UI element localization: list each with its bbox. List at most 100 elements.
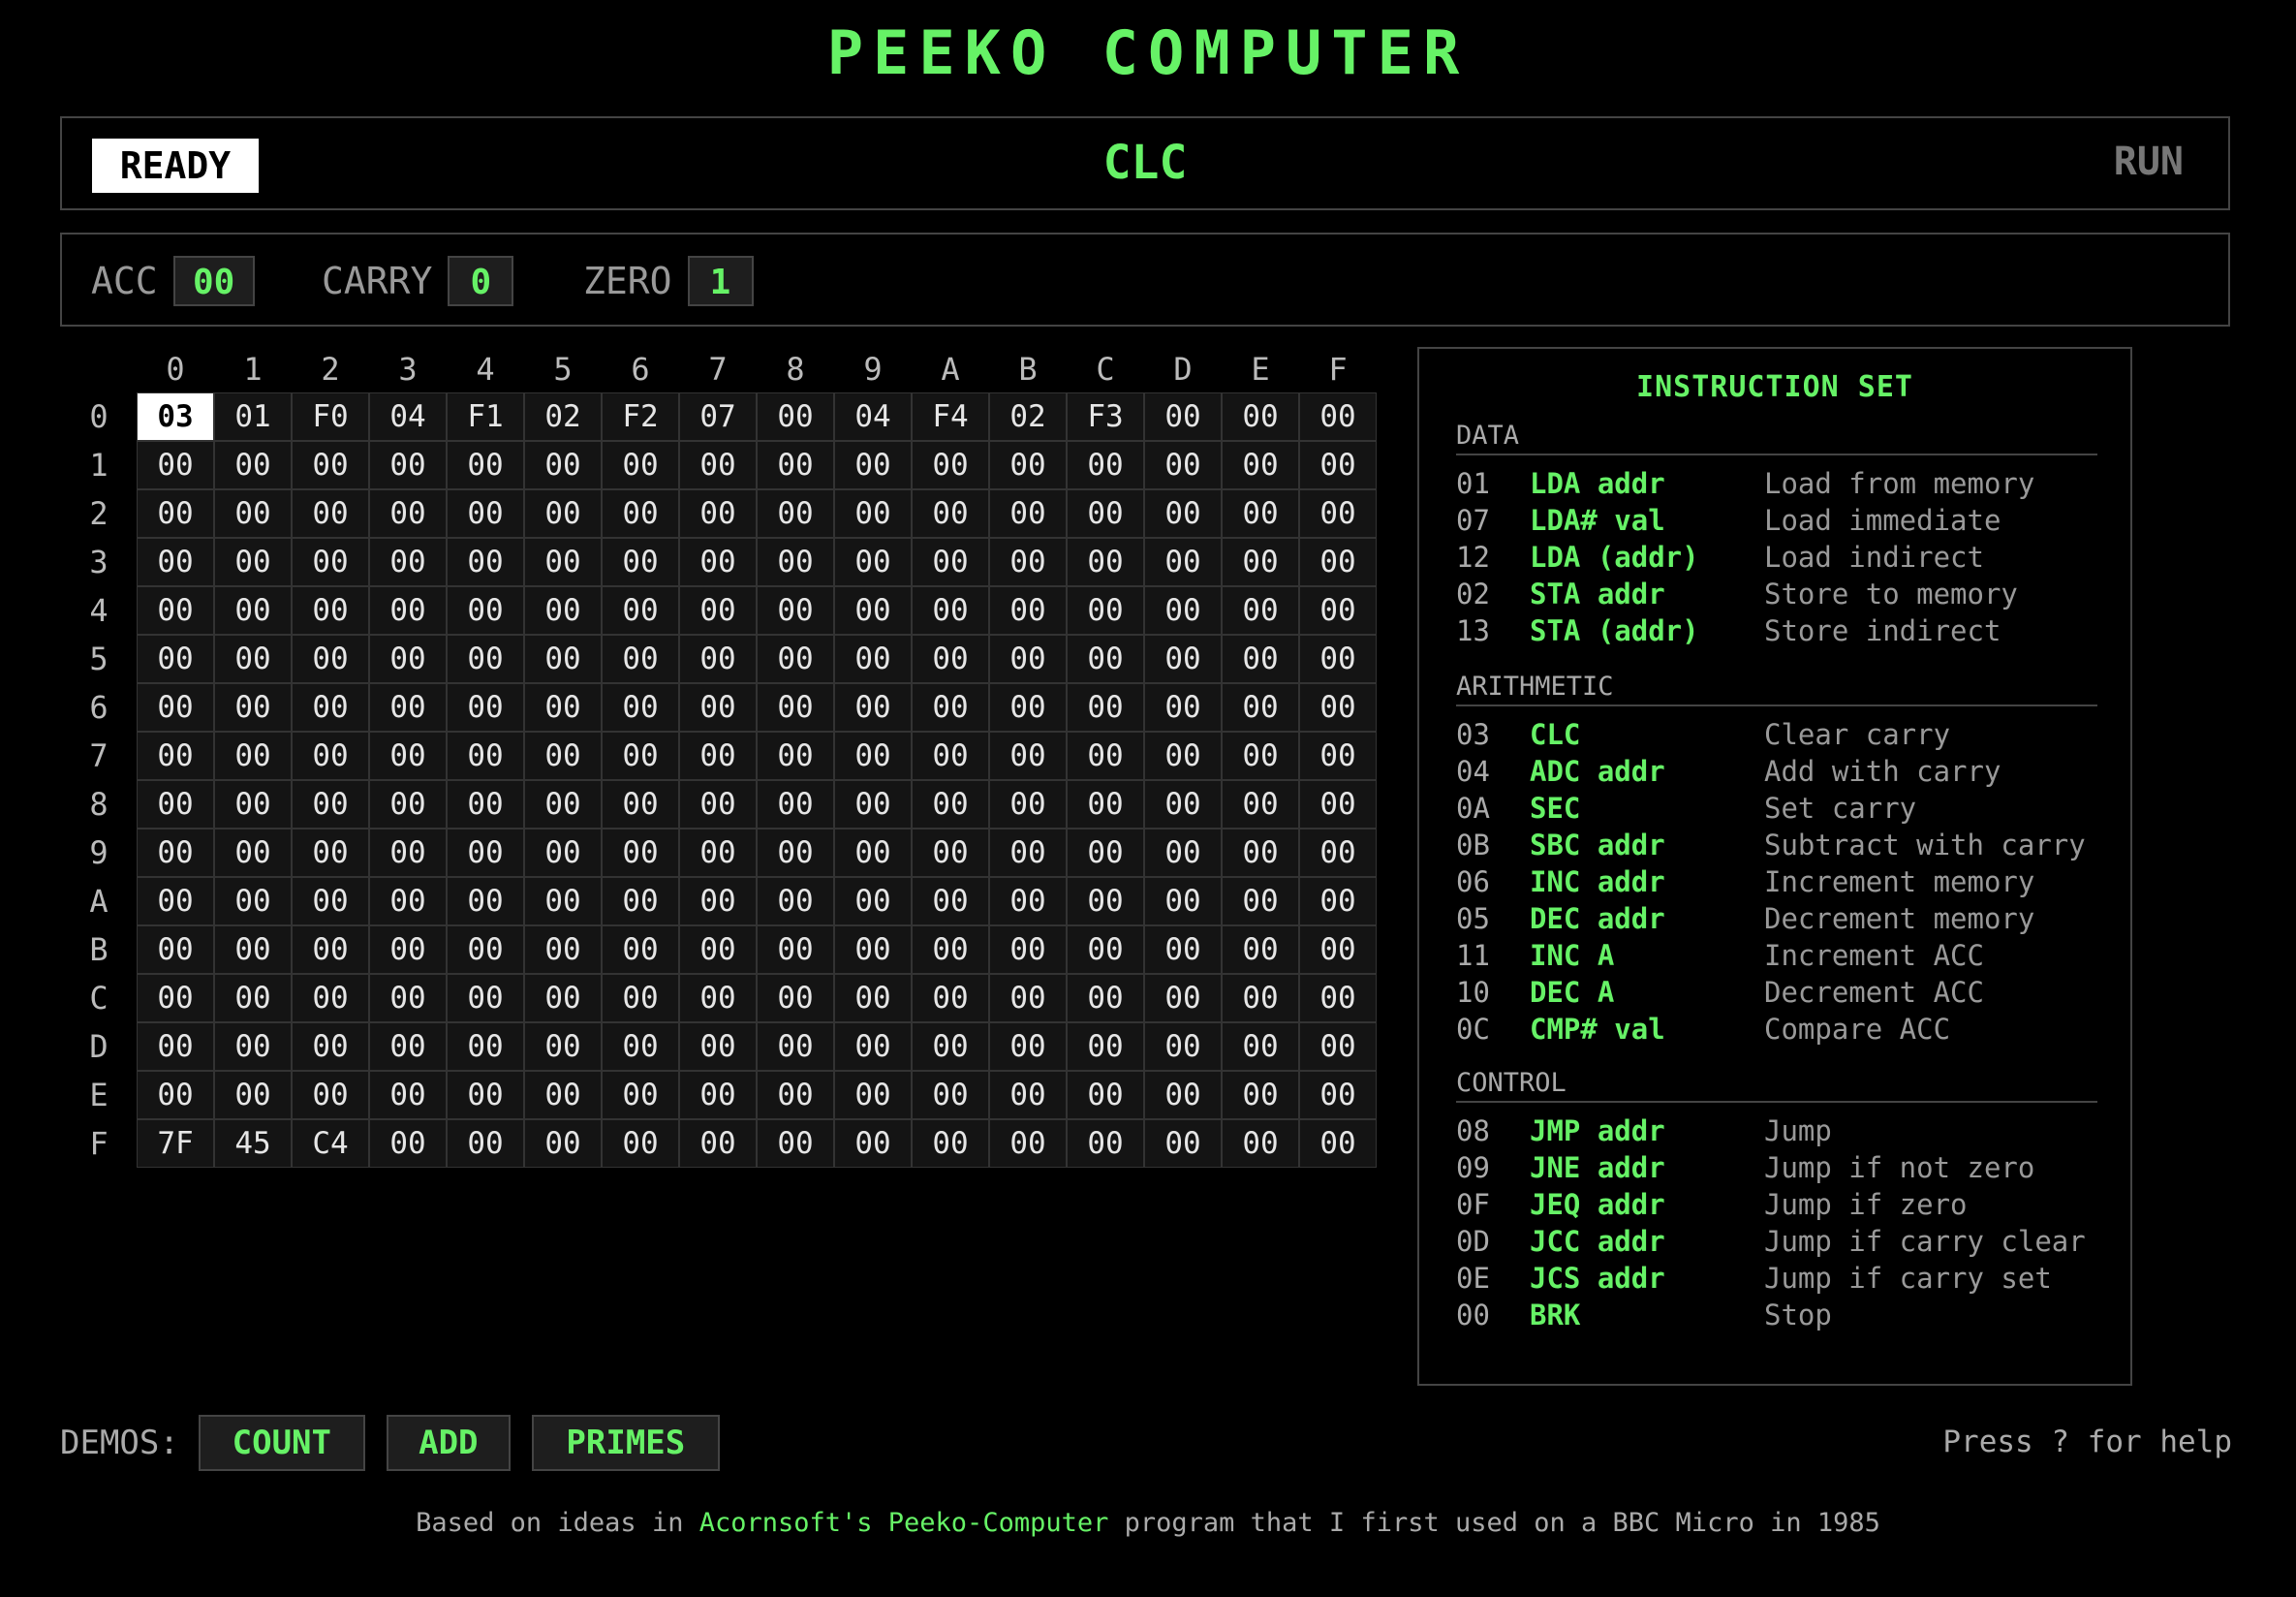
memory-cell[interactable]: 00 [214, 635, 292, 683]
memory-cell[interactable]: 00 [1299, 683, 1377, 732]
memory-cell[interactable]: 00 [524, 489, 602, 538]
memory-cell[interactable]: 00 [214, 974, 292, 1022]
memory-cell[interactable]: 00 [1222, 489, 1299, 538]
memory-cell[interactable]: 00 [214, 538, 292, 586]
memory-cell[interactable]: 00 [1067, 732, 1144, 780]
memory-cell[interactable]: 00 [1067, 829, 1144, 877]
memory-cell[interactable]: 00 [214, 489, 292, 538]
memory-cell[interactable]: 00 [757, 974, 834, 1022]
memory-cell[interactable]: 00 [369, 586, 447, 635]
memory-cell[interactable]: 00 [137, 829, 214, 877]
memory-cell[interactable]: 00 [1222, 538, 1299, 586]
memory-cell[interactable]: 00 [524, 635, 602, 683]
memory-cell[interactable]: 00 [214, 732, 292, 780]
memory-cell[interactable]: 00 [1144, 1022, 1222, 1071]
memory-cell[interactable]: 00 [447, 538, 524, 586]
memory-cell[interactable]: 00 [292, 974, 369, 1022]
memory-cell[interactable]: 00 [137, 441, 214, 489]
memory-cell[interactable]: 00 [989, 441, 1067, 489]
memory-cell[interactable]: 00 [679, 925, 757, 974]
memory-cell[interactable]: 00 [447, 974, 524, 1022]
memory-cell[interactable]: 00 [137, 925, 214, 974]
memory-cell[interactable]: 00 [602, 1022, 679, 1071]
memory-cell[interactable]: 00 [447, 1119, 524, 1168]
memory-cell[interactable]: 00 [912, 441, 989, 489]
memory-cell[interactable]: 00 [1222, 392, 1299, 441]
memory-cell[interactable]: 00 [1222, 877, 1299, 925]
memory-cell[interactable]: 00 [834, 489, 912, 538]
memory-cell[interactable]: 00 [602, 586, 679, 635]
memory-cell[interactable]: 00 [524, 1071, 602, 1119]
memory-cell[interactable]: 00 [369, 877, 447, 925]
memory-cell[interactable]: 00 [989, 683, 1067, 732]
memory-cell[interactable]: 00 [834, 635, 912, 683]
memory-cell[interactable]: 00 [1222, 441, 1299, 489]
memory-cell[interactable]: 00 [989, 489, 1067, 538]
memory-cell[interactable]: 00 [912, 974, 989, 1022]
memory-cell[interactable]: 00 [834, 1071, 912, 1119]
memory-cell[interactable]: 00 [214, 1022, 292, 1071]
memory-cell[interactable]: 00 [292, 1071, 369, 1119]
memory-cell[interactable]: 00 [602, 635, 679, 683]
memory-cell[interactable]: 00 [834, 1119, 912, 1168]
memory-cell[interactable]: 00 [834, 538, 912, 586]
memory-cell[interactable]: 00 [447, 829, 524, 877]
memory-cell[interactable]: 00 [1067, 1022, 1144, 1071]
memory-cell[interactable]: 00 [292, 829, 369, 877]
run-button[interactable]: RUN [2114, 140, 2184, 184]
memory-cell[interactable]: 00 [1144, 1119, 1222, 1168]
memory-cell[interactable]: 00 [912, 586, 989, 635]
memory-cell[interactable]: 00 [524, 538, 602, 586]
memory-cell[interactable]: 00 [1067, 683, 1144, 732]
memory-cell[interactable]: 00 [369, 489, 447, 538]
memory-cell[interactable]: 00 [292, 925, 369, 974]
memory-cell[interactable]: 00 [369, 829, 447, 877]
memory-cell[interactable]: 00 [1144, 1071, 1222, 1119]
memory-cell[interactable]: 00 [1222, 635, 1299, 683]
memory-cell[interactable]: 00 [834, 441, 912, 489]
memory-cell[interactable]: 00 [679, 877, 757, 925]
memory-cell[interactable]: 00 [1067, 489, 1144, 538]
memory-cell[interactable]: 00 [1299, 538, 1377, 586]
demo-add-button[interactable]: ADD [386, 1415, 511, 1471]
memory-cell[interactable]: 00 [1144, 538, 1222, 586]
memory-cell[interactable]: 00 [1222, 829, 1299, 877]
memory-cell[interactable]: 00 [602, 877, 679, 925]
memory-cell[interactable]: 00 [1222, 974, 1299, 1022]
memory-cell[interactable]: 00 [292, 635, 369, 683]
memory-cell[interactable]: 00 [447, 780, 524, 829]
memory-cell[interactable]: 00 [1299, 974, 1377, 1022]
memory-cell[interactable]: 03 [137, 392, 214, 441]
memory-cell[interactable]: 00 [757, 392, 834, 441]
memory-cell[interactable]: 00 [524, 441, 602, 489]
memory-cell[interactable]: 00 [447, 1071, 524, 1119]
memory-cell[interactable]: F1 [447, 392, 524, 441]
memory-cell[interactable]: 00 [1299, 732, 1377, 780]
memory-cell[interactable]: 00 [1222, 1071, 1299, 1119]
memory-cell[interactable]: 00 [292, 441, 369, 489]
memory-cell[interactable]: 00 [1222, 1022, 1299, 1071]
memory-cell[interactable]: 00 [602, 489, 679, 538]
memory-cell[interactable]: 00 [1299, 829, 1377, 877]
memory-cell[interactable]: 00 [214, 925, 292, 974]
memory-cell[interactable]: 00 [369, 635, 447, 683]
memory-cell[interactable]: 00 [757, 1071, 834, 1119]
memory-cell[interactable]: 00 [1299, 441, 1377, 489]
memory-cell[interactable]: 00 [602, 441, 679, 489]
memory-cell[interactable]: 00 [1222, 1119, 1299, 1168]
memory-cell[interactable]: 04 [369, 392, 447, 441]
memory-cell[interactable]: 00 [679, 732, 757, 780]
memory-cell[interactable]: 00 [912, 635, 989, 683]
memory-cell[interactable]: 00 [447, 732, 524, 780]
memory-cell[interactable]: 00 [1067, 925, 1144, 974]
memory-cell[interactable]: 00 [602, 683, 679, 732]
memory-cell[interactable]: 00 [137, 586, 214, 635]
memory-cell[interactable]: 00 [292, 586, 369, 635]
memory-cell[interactable]: 00 [757, 925, 834, 974]
memory-cell[interactable]: 00 [137, 489, 214, 538]
memory-cell[interactable]: 00 [834, 1022, 912, 1071]
memory-cell[interactable]: 00 [292, 780, 369, 829]
memory-cell[interactable]: 00 [1144, 489, 1222, 538]
memory-cell[interactable]: 00 [757, 441, 834, 489]
memory-cell[interactable]: 00 [834, 780, 912, 829]
